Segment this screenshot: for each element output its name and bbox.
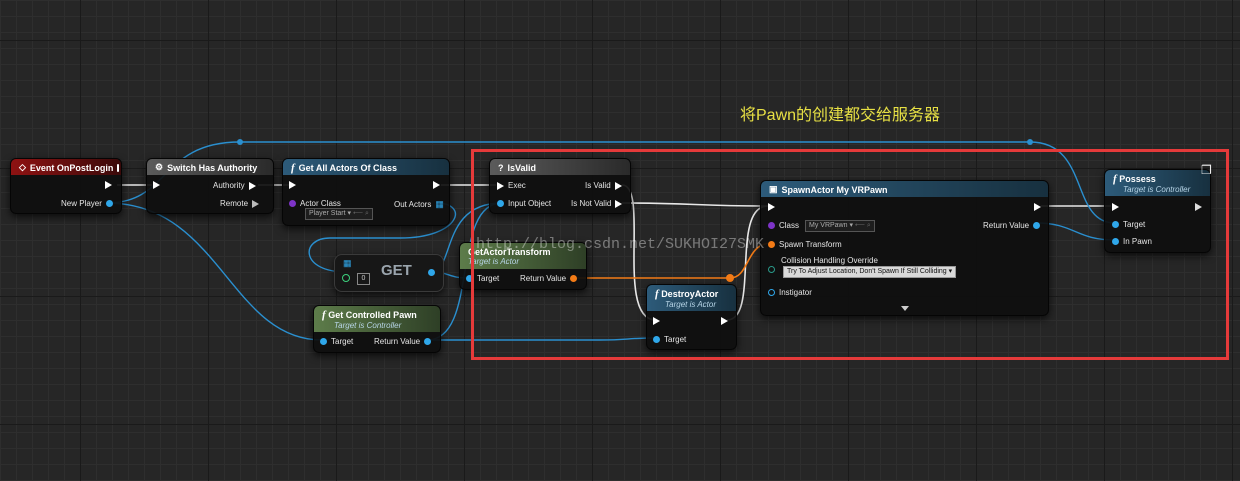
authority-pin[interactable]: Authority <box>213 181 256 190</box>
exec-in-pin[interactable] <box>153 181 160 189</box>
remote-pin[interactable]: Remote <box>220 199 260 208</box>
return-pin[interactable] <box>428 269 435 276</box>
switch-icon: ⚙ <box>155 162 164 172</box>
return-value-pin[interactable]: Return Value <box>374 337 432 346</box>
object-pin-icon <box>105 200 113 207</box>
graph-comment-caption: 将Pawn的创建都交给服务器 <box>740 107 941 124</box>
pin-label: Return Value <box>374 337 421 346</box>
browse-arrows-icon[interactable]: ⟵ ⌕ <box>353 210 369 217</box>
reroute-knot-left[interactable] <box>237 139 243 145</box>
array-grid-icon: ▦ <box>435 199 444 209</box>
new-player-pin[interactable]: New Player <box>61 199 113 208</box>
dropdown-value: Player Start <box>309 210 346 217</box>
node-title: Switch Has Authority <box>167 162 258 173</box>
array-get-node[interactable]: ▦ 0 GET <box>334 254 444 292</box>
pin-label: Actor Class <box>300 199 341 208</box>
get-controlled-pawn-node[interactable]: f Get Controlled Pawn Target is Controll… <box>313 305 441 353</box>
exec-out-pin[interactable] <box>433 181 440 189</box>
node-title: Event OnPostLogin <box>29 162 114 173</box>
class-pin-icon <box>289 200 296 207</box>
pin-label: Remote <box>220 199 249 208</box>
index-pin-icon[interactable] <box>342 274 350 282</box>
array-grid-icon: ▦ <box>343 258 352 268</box>
node-header: ◇ Event OnPostLogin <box>11 159 121 175</box>
switch-has-authority-node[interactable]: ⚙ Switch Has Authority Authority Remote <box>146 158 274 214</box>
watermark: http://blog.csdn.net/SUKHOI27SMK <box>476 236 765 253</box>
exec-in-pin[interactable] <box>289 181 296 189</box>
object-pin-icon <box>424 338 432 345</box>
actor-class-pin[interactable]: Actor Class <box>289 199 341 208</box>
object-pin-icon <box>320 338 327 345</box>
node-title: Get Controlled Pawn <box>328 310 417 320</box>
target-pin[interactable]: Target <box>320 337 353 346</box>
node-header: ⚙ Switch Has Authority <box>147 159 273 175</box>
pin-label: Out Actors <box>394 200 432 209</box>
function-f-icon: f <box>322 309 326 321</box>
out-actors-pin[interactable]: Out Actors ▦ <box>394 199 444 210</box>
node-header: f Get Controlled Pawn Target is Controll… <box>314 306 440 332</box>
get-all-actors-of-class-node[interactable]: f Get All Actors Of Class Actor Class Pl… <box>282 158 450 226</box>
exec-out-pin[interactable] <box>105 181 112 189</box>
pin-label: Authority <box>213 181 245 190</box>
index-input[interactable]: 0 <box>357 273 370 285</box>
pin-label: Target <box>331 337 354 346</box>
blueprint-graph[interactable]: 将Pawn的创建都交给服务器 ◇ Event OnPostLogin New P… <box>0 0 1240 481</box>
node-subtitle: Target is Controller <box>334 321 402 330</box>
highlight-selection-box <box>471 149 1229 360</box>
function-f-icon: f <box>291 161 295 174</box>
node-header: f Get All Actors Of Class <box>283 159 449 175</box>
pin-label: New Player <box>61 199 102 208</box>
node-title: Get All Actors Of Class <box>298 162 398 173</box>
actor-class-dropdown[interactable]: Player Start ▾ ⟵ ⌕ <box>305 208 373 220</box>
event-onpostlogin-node[interactable]: ◇ Event OnPostLogin New Player <box>10 158 122 214</box>
delegate-pin-icon[interactable] <box>117 163 120 172</box>
reroute-knot-right[interactable] <box>1027 139 1033 145</box>
event-diamond-icon: ◇ <box>19 162 26 172</box>
node-title: GET <box>381 262 412 279</box>
